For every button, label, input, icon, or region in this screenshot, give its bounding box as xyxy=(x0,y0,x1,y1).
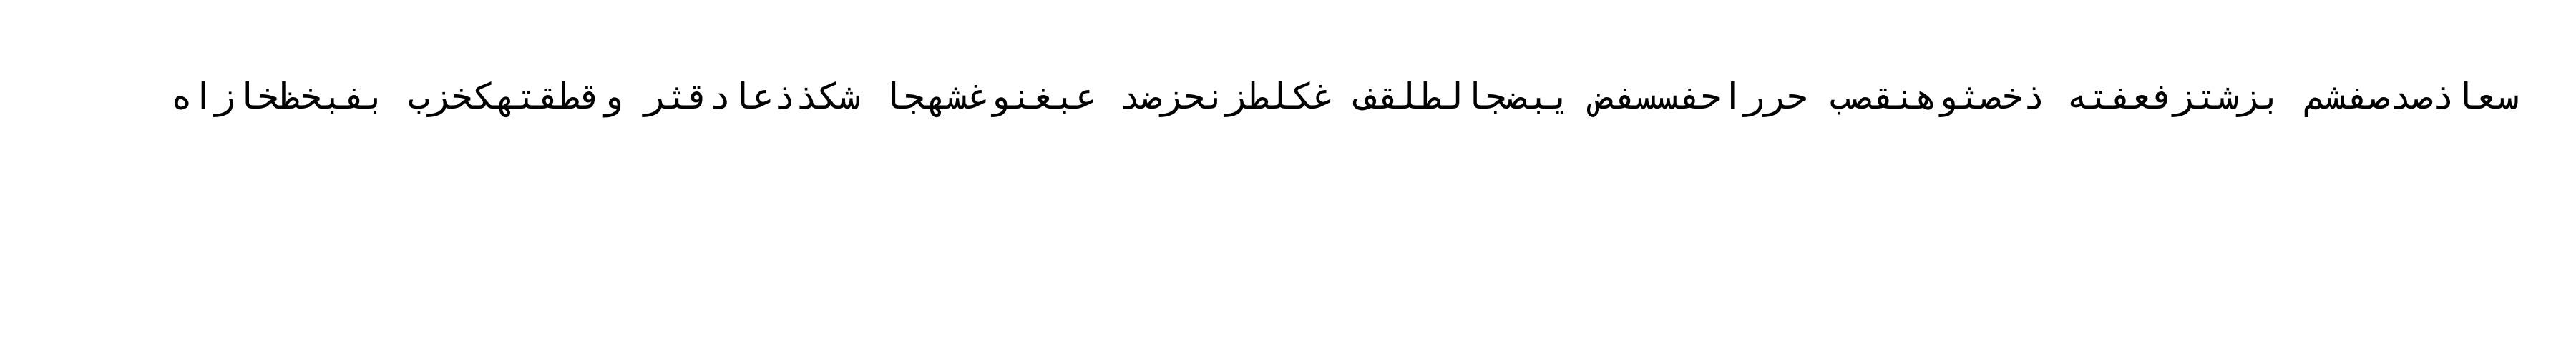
arabic-text-line: سعاذصدصفشم بزشتزفعفته ذخصثوهنقصب حرراحفس… xyxy=(170,76,2519,117)
